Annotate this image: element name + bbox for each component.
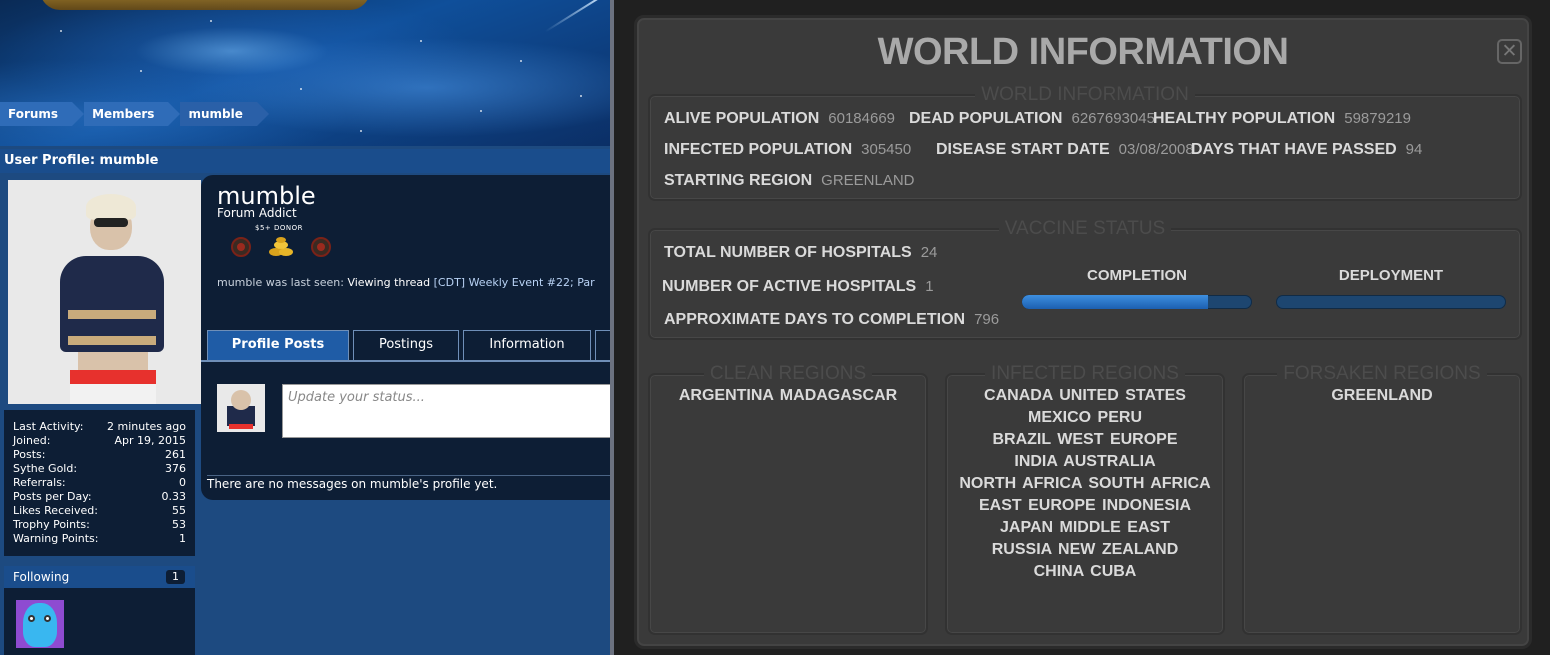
- trophy-badge-icon: [308, 236, 334, 258]
- stat-joined: Joined: Apr 19, 2015: [13, 434, 186, 447]
- infected-population: INFECTED POPULATION 305450: [664, 141, 912, 158]
- stat-posts-per-day: Posts per Day: 0.33: [13, 490, 186, 503]
- world-information-window: WORLD INFORMATION ✕ WORLD INFORMATION AL…: [634, 15, 1532, 649]
- site-logo[interactable]: [40, 0, 370, 10]
- disease-start-date: DISEASE START DATE 03/08/2008: [936, 141, 1194, 158]
- vaccine-status-legend: VACCINE STATUS: [998, 218, 1172, 239]
- starting-region: STARTING REGION GREENLAND: [664, 172, 915, 189]
- breadcrumb-forums[interactable]: Forums: [0, 102, 85, 126]
- deployment-progress-bar: [1276, 295, 1506, 309]
- clean-regions-list: ARGENTINA MADAGASCAR: [650, 385, 926, 407]
- completion-progress-fill: [1022, 295, 1209, 309]
- profile-stats: Last Activity: 2 minutes ago Joined: Apr 1…: [4, 410, 195, 556]
- donor-label: $5+ DONOR: [255, 224, 304, 232]
- clean-regions-panel: CLEAN REGIONS ARGENTINA MADAGASCAR: [648, 363, 928, 635]
- list-item: JAPAN MIDDLE EAST: [1000, 519, 1170, 536]
- total-hospitals: TOTAL NUMBER OF HOSPITALS 24: [664, 244, 938, 261]
- list-item: NORTH AFRICA SOUTH AFRICA: [959, 475, 1211, 492]
- list-item: BRAZIL WEST EUROPE: [992, 431, 1178, 448]
- following-user-avatar[interactable]: [16, 600, 64, 648]
- stat-referrals: Referrals: 0: [13, 476, 186, 489]
- list-item: CHINA CUBA: [1033, 563, 1137, 580]
- completion-progress-bar: [1022, 295, 1252, 309]
- healthy-population: HEALTHY POPULATION 59879219: [1153, 110, 1411, 127]
- world-info-legend: WORLD INFORMATION: [975, 84, 1195, 105]
- no-messages-text: There are no messages on mumble's profil…: [207, 475, 610, 491]
- last-seen-line: mumble was last seen: Viewing thread [CD…: [217, 276, 595, 289]
- stat-posts: Posts: 261: [13, 448, 186, 461]
- tab-postings[interactable]: Postings: [353, 330, 459, 360]
- profile-tabs: Profile Posts Postings Information: [207, 330, 610, 360]
- breadcrumb: Forums Members mumble: [0, 102, 270, 126]
- infected-regions-legend: INFECTED REGIONS: [985, 363, 1185, 384]
- tab-information[interactable]: Information: [463, 330, 591, 360]
- banner-comet-decoration: [544, 0, 606, 33]
- game-pane: WORLD INFORMATION ✕ WORLD INFORMATION AL…: [614, 0, 1550, 655]
- following-count-badge: 1: [166, 570, 185, 584]
- days-passed: DAYS THAT HAVE PASSED 94: [1191, 141, 1423, 158]
- alive-population: ALIVE POPULATION 60184669: [664, 110, 896, 127]
- dead-population: DEAD POPULATION 6267693045: [909, 110, 1155, 127]
- forsaken-regions-legend: FORSAKEN REGIONS: [1277, 363, 1487, 384]
- window-title: WORLD INFORMATION: [877, 31, 1289, 73]
- status-input[interactable]: Update your status...: [282, 384, 610, 438]
- tab-more[interactable]: [595, 330, 610, 360]
- active-hospitals: NUMBER OF ACTIVE HOSPITALS 1: [662, 278, 934, 295]
- world-info-panel: WORLD INFORMATION ALIVE POPULATION 601846…: [648, 84, 1522, 201]
- trophy-badge-icon: [228, 236, 254, 258]
- breadcrumb-members[interactable]: Members: [84, 102, 181, 126]
- close-icon[interactable]: ✕: [1497, 39, 1522, 64]
- breadcrumb-current-user[interactable]: mumble: [180, 102, 270, 126]
- status-user-avatar[interactable]: [217, 384, 265, 432]
- forsaken-regions-panel: FORSAKEN REGIONS GREENLAND: [1242, 363, 1522, 635]
- infected-regions-list: CANADA UNITED STATES MEXICO PERU BRAZIL …: [947, 385, 1223, 583]
- list-item: RUSSIA NEW ZEALAND: [991, 541, 1179, 558]
- stat-trophy-points: Trophy Points: 53: [13, 518, 186, 531]
- deployment-label: DEPLOYMENT: [1338, 267, 1444, 284]
- following-block: Following 1: [4, 566, 195, 655]
- profile-user-title: Forum Addict: [217, 206, 297, 220]
- list-item: INDIA AUSTRALIA: [1014, 453, 1156, 470]
- tab-profile-posts[interactable]: Profile Posts: [207, 330, 349, 360]
- stat-last-activity: Last Activity: 2 minutes ago: [13, 420, 186, 433]
- completion-label: COMPLETION: [1087, 267, 1187, 284]
- approx-days-to-completion: APPROXIMATE DAYS TO COMPLETION 796: [664, 311, 1000, 328]
- stat-likes-received: Likes Received: 55: [13, 504, 186, 517]
- following-header[interactable]: Following 1: [4, 566, 195, 588]
- forum-profile-pane: Forums Members mumble User Profile: mumb…: [0, 0, 610, 655]
- vaccine-status-panel: VACCINE STATUS TOTAL NUMBER OF HOSPITALS…: [648, 218, 1522, 340]
- clean-regions-legend: CLEAN REGIONS: [703, 363, 873, 384]
- profile-avatar[interactable]: [8, 180, 201, 404]
- list-item: ARGENTINA MADAGASCAR: [678, 387, 898, 404]
- stat-sythe-gold: Sythe Gold: 376: [13, 462, 186, 475]
- profile-header: User Profile: mumble: [0, 149, 610, 173]
- list-item: GREENLAND: [1331, 387, 1433, 404]
- stat-warning-points: Warning Points: 1: [13, 532, 186, 545]
- infected-regions-panel: INFECTED REGIONS CANADA UNITED STATES ME…: [945, 363, 1225, 635]
- list-item: EAST EUROPE INDONESIA: [978, 497, 1192, 514]
- list-item: CANADA UNITED STATES: [984, 387, 1186, 404]
- gold-coins-icon: [268, 236, 294, 258]
- forsaken-regions-list: GREENLAND: [1244, 385, 1520, 407]
- last-seen-thread-link[interactable]: [CDT] Weekly Event #22; Par: [434, 276, 595, 289]
- list-item: MEXICO PERU: [1027, 409, 1142, 426]
